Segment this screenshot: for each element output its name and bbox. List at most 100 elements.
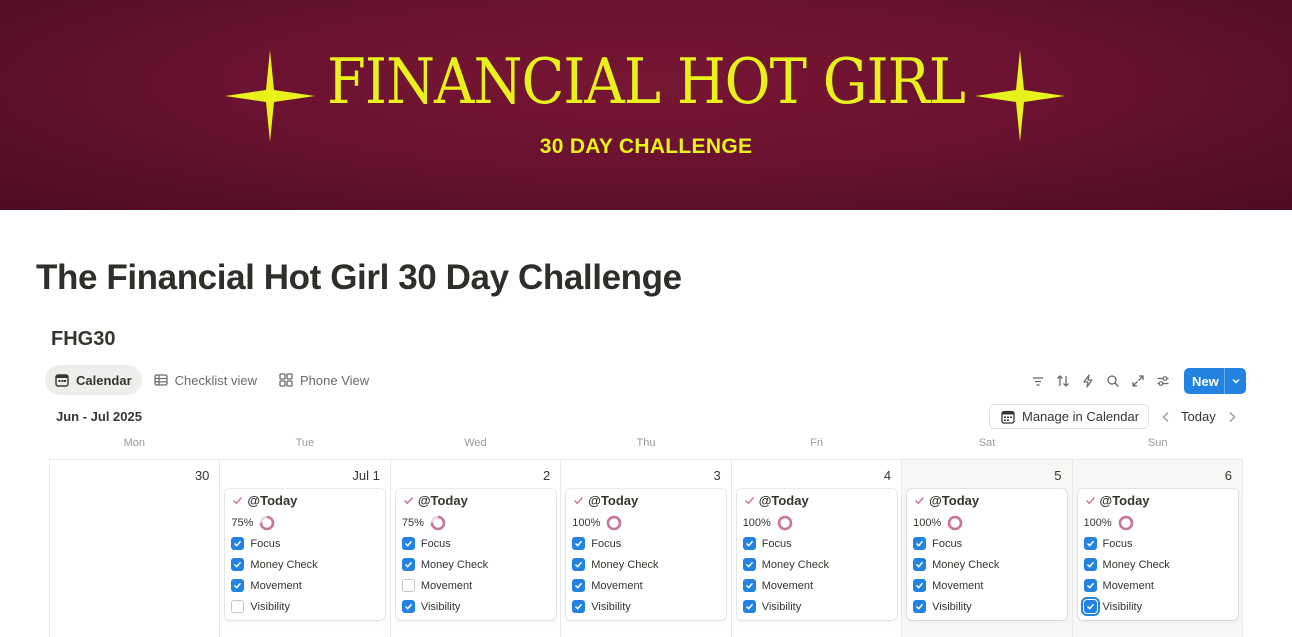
filter-icon[interactable] bbox=[1028, 369, 1047, 393]
settings-icon[interactable] bbox=[1153, 369, 1172, 393]
progress-ring-icon bbox=[607, 515, 622, 531]
checklist-item-label: Visibility bbox=[420, 600, 461, 613]
new-button[interactable]: New bbox=[1184, 368, 1246, 394]
checkbox[interactable] bbox=[1080, 597, 1100, 616]
calendar-icon bbox=[55, 374, 69, 387]
manage-in-calendar-button[interactable]: Manage in Calendar bbox=[989, 404, 1149, 429]
calendar-event-card[interactable]: @Today 100% Focus Money Check Movement Visibi… bbox=[736, 489, 897, 620]
checklist-item: Focus bbox=[572, 537, 621, 550]
checklist-item-label: Visibility bbox=[1102, 600, 1143, 613]
checkbox[interactable] bbox=[742, 579, 756, 592]
progress-text: 75% bbox=[231, 517, 254, 529]
day-number: Jul 1 bbox=[352, 468, 380, 483]
new-button-label: New bbox=[1192, 373, 1219, 389]
gallery-icon bbox=[279, 373, 293, 387]
checkbox[interactable] bbox=[401, 579, 415, 592]
checkbox[interactable] bbox=[742, 537, 756, 550]
tab-phone-view[interactable]: Phone View bbox=[269, 365, 379, 395]
sort-icon[interactable] bbox=[1053, 369, 1072, 393]
database-title[interactable]: FHG30 bbox=[51, 328, 115, 351]
calendar-event-card[interactable]: @Today 100% Focus Money Check Movement Visibi… bbox=[907, 489, 1068, 620]
chevron-left-icon[interactable] bbox=[1158, 408, 1174, 426]
chevron-right-icon[interactable] bbox=[1224, 408, 1240, 426]
checklist-item: Movement bbox=[572, 579, 643, 592]
checklist-item: Visibility bbox=[401, 600, 461, 613]
calendar-day-cell[interactable]: Jul 1 @Today 75% Focus Money Check Movement Vi… bbox=[220, 460, 391, 637]
checkbox[interactable] bbox=[401, 537, 415, 550]
progress-ring-icon bbox=[430, 515, 446, 531]
card-title-text: @Today bbox=[929, 493, 980, 508]
card-title: @Today bbox=[403, 493, 468, 508]
checkbox[interactable] bbox=[913, 537, 927, 550]
checklist-item-label: Money Check bbox=[1102, 558, 1170, 571]
checklist-item-label: Focus bbox=[420, 537, 451, 550]
checkbox[interactable] bbox=[1083, 558, 1097, 571]
tab-calendar[interactable]: Calendar bbox=[45, 365, 142, 395]
card-title-text: @Today bbox=[1099, 493, 1150, 508]
checklist-item-label: Visibility bbox=[591, 600, 631, 613]
calendar-event-card[interactable]: @Today 75% Focus Money Check Movement Visibil… bbox=[395, 489, 556, 620]
checklist-item: Movement bbox=[742, 579, 813, 592]
calendar-event-card[interactable]: @Today 100% Focus Money Check Movement Visibi… bbox=[1077, 489, 1238, 620]
calendar-day-cell[interactable]: 30 bbox=[50, 460, 221, 637]
checkbox[interactable] bbox=[572, 558, 586, 571]
calendar-day-cell[interactable]: 4 @Today 100% Focus Money Check Movement Visib… bbox=[732, 460, 903, 637]
table-icon bbox=[153, 374, 168, 386]
tab-label: Checklist view bbox=[174, 372, 257, 388]
tab-checklist-view[interactable]: Checklist view bbox=[144, 365, 267, 395]
search-icon[interactable] bbox=[1103, 369, 1122, 393]
expand-icon[interactable] bbox=[1128, 369, 1147, 393]
page-title[interactable]: The Financial Hot Girl 30 Day Challenge bbox=[36, 258, 682, 298]
progress-ring-icon bbox=[777, 515, 793, 531]
calendar-app-icon bbox=[1001, 410, 1015, 424]
calendar-day-cell[interactable]: 5 @Today 100% Focus Money Check Movement Visib… bbox=[902, 460, 1073, 637]
checklist-item: Focus bbox=[742, 537, 792, 550]
weekday-label: Fri bbox=[810, 437, 823, 449]
checklist-item-label: Visibility bbox=[250, 600, 290, 613]
checklist-item: Money Check bbox=[913, 558, 999, 571]
checkbox[interactable] bbox=[742, 600, 756, 613]
checkbox[interactable] bbox=[913, 579, 927, 592]
checkbox[interactable] bbox=[572, 579, 586, 592]
checkbox[interactable] bbox=[231, 558, 245, 571]
automation-icon[interactable] bbox=[1078, 369, 1097, 393]
calendar-day-cell[interactable]: 6 @Today 100% Focus Money Check Movement Visib… bbox=[1072, 460, 1243, 637]
checkbox[interactable] bbox=[401, 558, 415, 571]
checklist-item-label: Visibility bbox=[932, 600, 972, 613]
checkbox[interactable] bbox=[572, 537, 586, 550]
checkbox[interactable] bbox=[231, 600, 245, 613]
day-number: 5 bbox=[1054, 468, 1062, 483]
card-title: @Today bbox=[914, 493, 979, 508]
checkbox[interactable] bbox=[913, 600, 927, 613]
checkbox[interactable] bbox=[913, 558, 927, 571]
weekday-label: Sat bbox=[978, 437, 996, 449]
checklist-item-label: Focus bbox=[1102, 537, 1133, 550]
checkmark-icon bbox=[744, 497, 754, 505]
calendar-event-card[interactable]: @Today 100% Focus Money Check Movement Visibi… bbox=[566, 489, 727, 620]
weekday-label: Tue bbox=[295, 437, 315, 449]
progress-indicator: 100% bbox=[913, 515, 963, 531]
calendar-event-card[interactable]: @Today 75% Focus Money Check Movement Visibil… bbox=[225, 489, 386, 620]
database-toolbar: New bbox=[1028, 368, 1246, 394]
card-title: @Today bbox=[744, 493, 809, 508]
progress-text: 100% bbox=[913, 517, 942, 529]
checkbox[interactable] bbox=[1083, 537, 1097, 550]
manage-label: Manage in Calendar bbox=[1022, 409, 1140, 424]
checkbox[interactable] bbox=[1083, 579, 1097, 592]
checkbox[interactable] bbox=[401, 600, 415, 613]
checkbox[interactable] bbox=[231, 537, 245, 550]
calendar-day-cell[interactable]: 3 @Today 100% Focus Money Check Movement Visib… bbox=[561, 460, 732, 637]
checkbox[interactable] bbox=[742, 558, 756, 571]
chevron-down-icon[interactable] bbox=[1225, 376, 1246, 386]
checkbox[interactable] bbox=[231, 579, 245, 592]
checklist-item-label: Focus bbox=[761, 537, 792, 550]
card-title-text: @Today bbox=[588, 493, 639, 508]
checklist-item-label: Money Check bbox=[591, 558, 659, 571]
checklist-item: Money Check bbox=[572, 558, 659, 571]
calendar-day-cell[interactable]: 2 @Today 75% Focus Money Check Movement Visibi… bbox=[391, 460, 562, 637]
checklist-item: Money Check bbox=[231, 558, 318, 571]
checkbox[interactable] bbox=[572, 600, 586, 613]
checklist-item: Focus bbox=[231, 537, 280, 550]
today-button[interactable]: Today bbox=[1181, 409, 1216, 424]
checklist-item: Focus bbox=[913, 537, 962, 550]
